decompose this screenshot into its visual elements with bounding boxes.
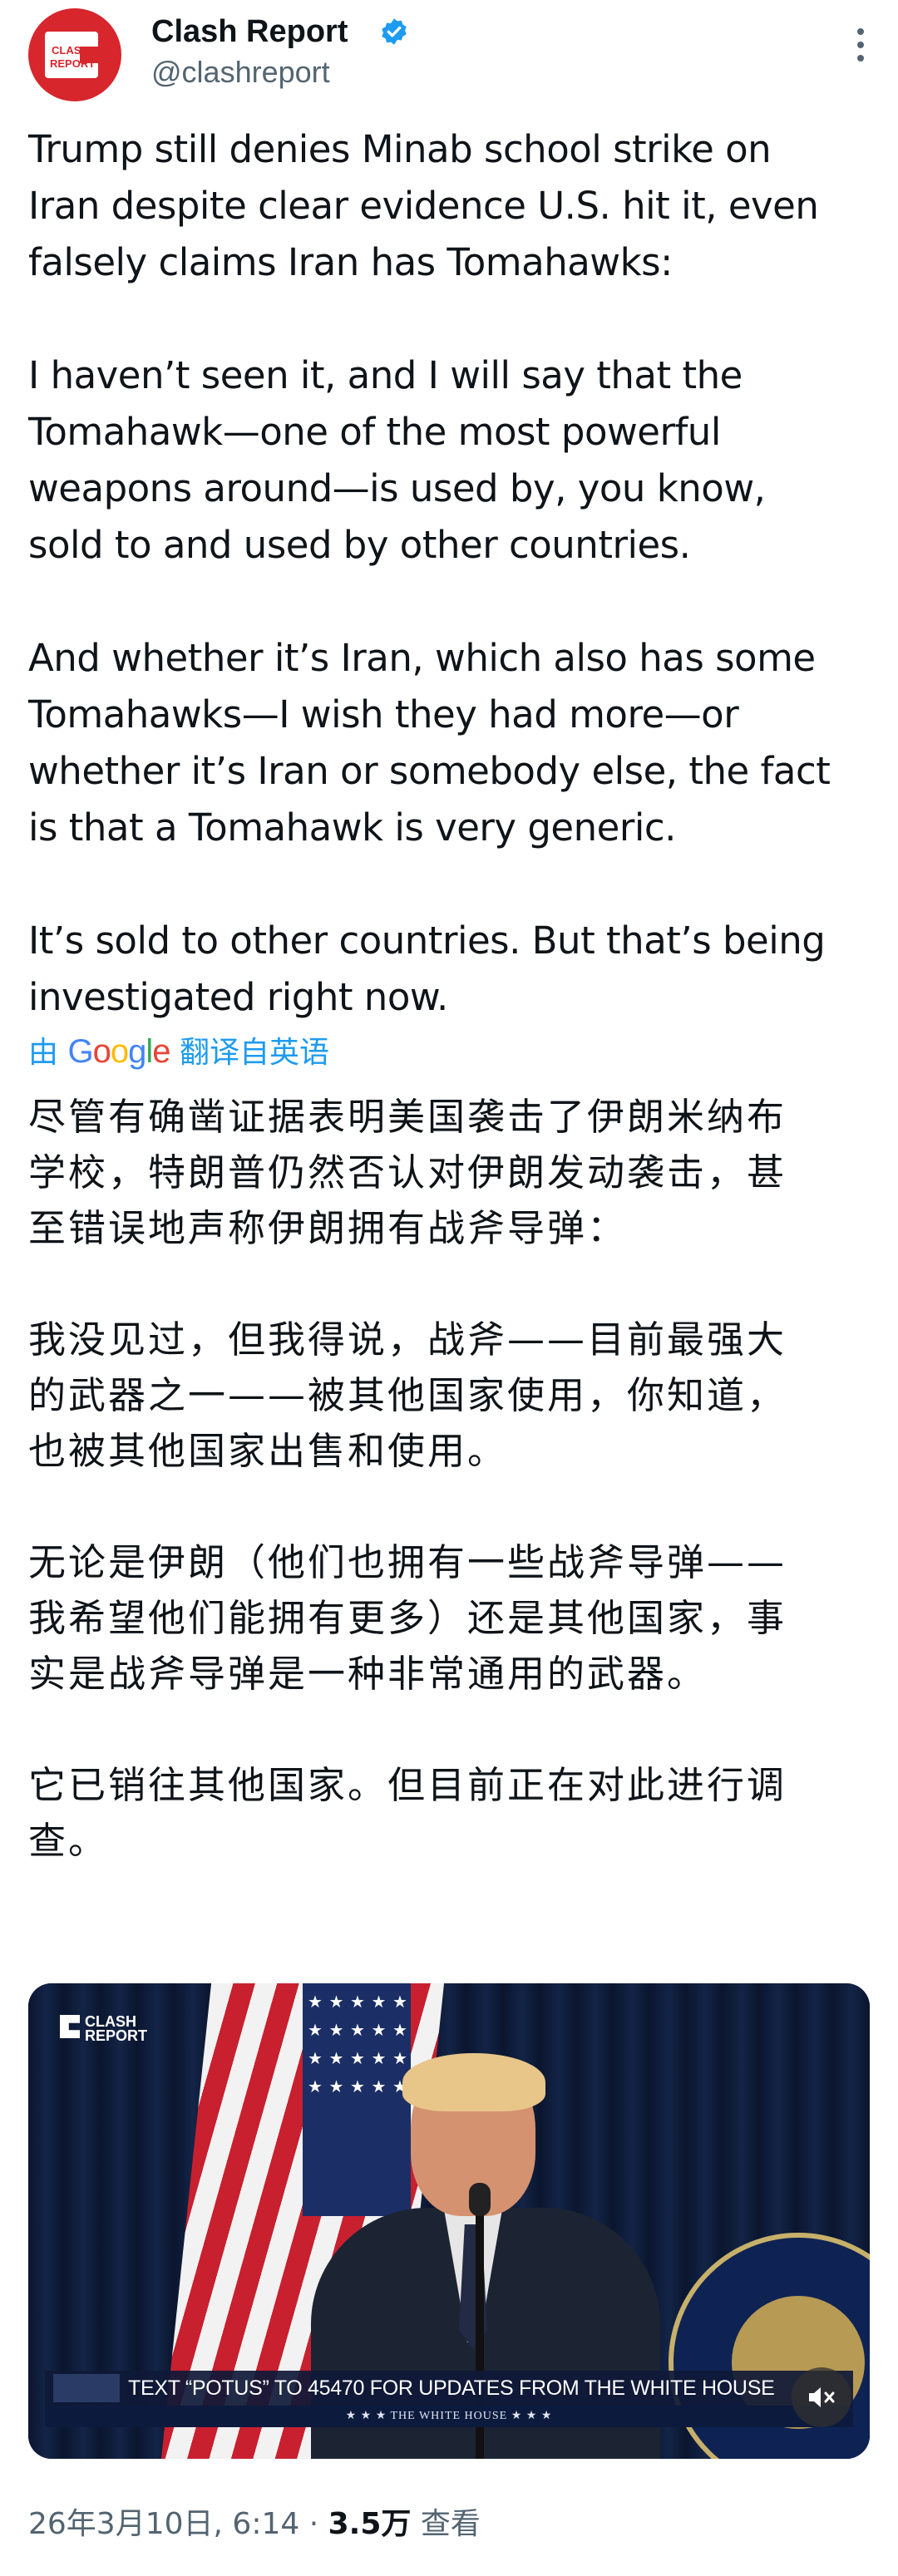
more-vertical-icon[interactable] <box>848 28 873 70</box>
tweet-timestamp[interactable]: 26年3月10日, 6:14 · <box>28 2507 328 2541</box>
ticker-bottom-bar: ★ ★ ★ THE WHITE HOUSE ★ ★ ★ <box>45 2406 853 2427</box>
avatar-logo-text-top: CLASH <box>52 44 89 57</box>
author-display-name[interactable]: Clash Report <box>151 13 348 50</box>
avatar-logo-text-bottom: REPORT <box>50 57 96 70</box>
translated-tweet-text: 尽管有确凿证据表明美国袭击了伊朗米纳布 学校，特朗普仍然否认对伊朗发动袭击，甚 … <box>28 1095 787 1863</box>
translation-attribution[interactable]: 由 Google 翻译自英语 <box>28 1032 329 1072</box>
video-player[interactable]: CLASHREPORT TEXT “POTUS” TO 45470 FOR UP… <box>28 1983 870 2459</box>
verified-badge-icon <box>382 18 407 45</box>
watermark-text-bottom: REPORT <box>85 2027 148 2044</box>
mute-button[interactable] <box>792 2367 851 2427</box>
google-logo: Google <box>67 1033 170 1070</box>
view-count: 3.5万 <box>328 2507 412 2541</box>
video-watermark-logo: CLASH REPORT <box>60 2014 148 2044</box>
white-house-icon <box>53 2374 120 2402</box>
avatar[interactable]: CLASH REPORT <box>28 8 121 101</box>
view-count-label: 查看 <box>411 2507 481 2541</box>
translate-prefix: 由 <box>28 1036 59 1070</box>
author-handle[interactable]: @clashreport <box>151 55 330 90</box>
tweet-text: Trump still denies Minab school strike o… <box>28 127 831 1019</box>
ticker-text: TEXT “POTUS” TO 45470 FOR UPDATES FROM T… <box>128 2377 775 2400</box>
tweet-header: CLASH REPORT Clash Report @clashreport <box>0 0 898 108</box>
tweet-metadata: 26年3月10日, 6:14 · 3.5万 查看 <box>28 2505 481 2544</box>
translate-suffix: 翻译自英语 <box>179 1036 329 1070</box>
speaker-muted-icon <box>809 2387 835 2407</box>
video-ticker: TEXT “POTUS” TO 45470 FOR UPDATES FROM T… <box>45 2371 853 2406</box>
